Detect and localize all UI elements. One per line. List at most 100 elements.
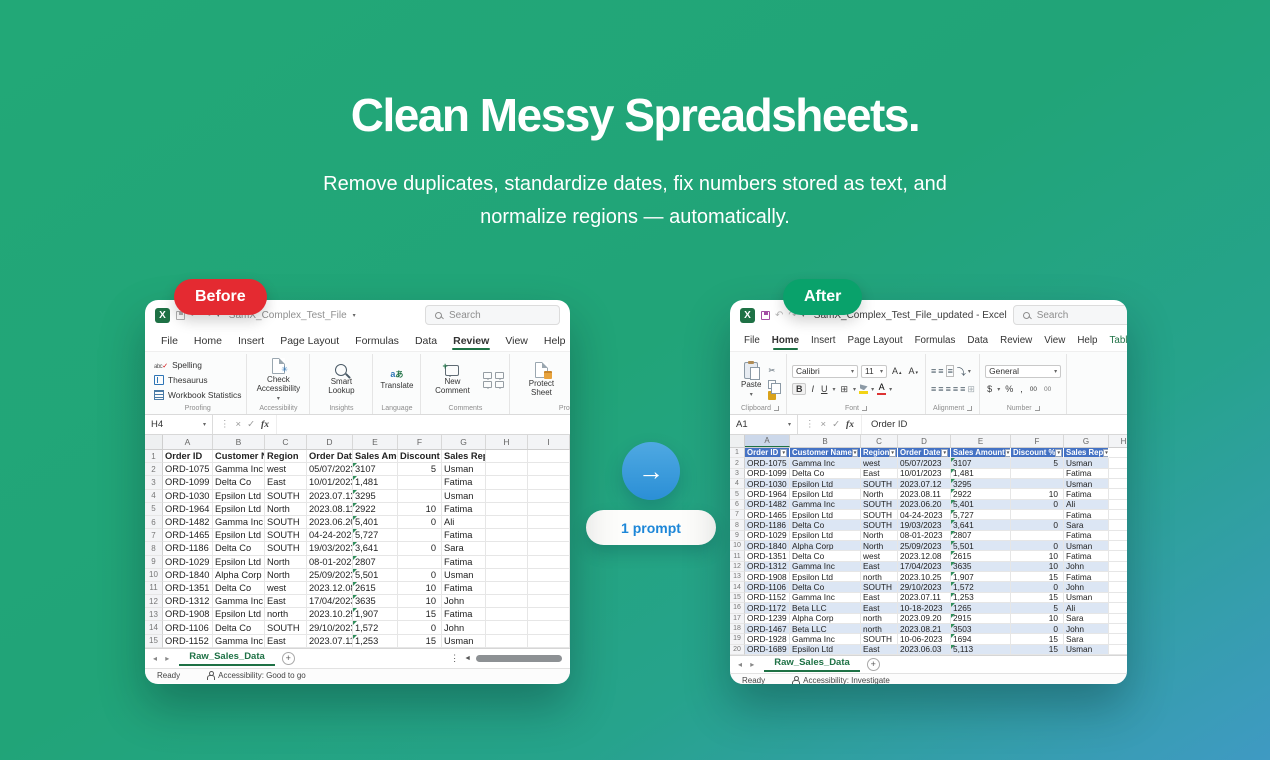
cell-empty[interactable] [528, 608, 570, 621]
next-comment-icon[interactable] [495, 372, 504, 379]
cell-empty[interactable] [486, 490, 528, 503]
column-header[interactable]: G [442, 435, 486, 449]
cell-sales-rep[interactable]: Sara [442, 542, 486, 555]
cell-sales-amount[interactable]: 5,113 [951, 645, 1011, 655]
cell-sales-rep[interactable]: Usman [442, 569, 486, 582]
cell-region[interactable]: East [861, 562, 898, 572]
cell-order-id[interactable]: ORD-1928 [745, 634, 790, 644]
cell-sales-amount[interactable]: 1,253 [353, 635, 398, 648]
cell-sales-amount[interactable]: 3635 [353, 595, 398, 608]
cell-order-id[interactable]: ORD-1099 [163, 476, 213, 489]
menu-tab[interactable]: Formulas [347, 330, 407, 351]
undo-icon[interactable]: ↶ [775, 310, 783, 321]
cell-empty[interactable] [1109, 541, 1127, 551]
cell-customer[interactable]: Gamma Inc [213, 463, 265, 476]
cell-region[interactable]: East [265, 635, 307, 648]
cell-order-date[interactable]: 2023.09.20 [898, 614, 951, 624]
cell-empty[interactable] [486, 463, 528, 476]
row-header[interactable] [730, 479, 745, 489]
column-header[interactable]: E [951, 435, 1011, 447]
cell-order-date[interactable]: 2023.08.11 [898, 489, 951, 499]
cell-order-id[interactable]: ORD-1106 [745, 582, 790, 592]
cell-region[interactable]: North [265, 503, 307, 516]
cell-rep-header[interactable]: Sales Rep [442, 450, 486, 463]
cell-discount[interactable]: 0 [1011, 520, 1064, 530]
cell-order-id[interactable]: ORD-1482 [745, 500, 790, 510]
notes-icon[interactable] [495, 381, 504, 388]
cell-sales-rep[interactable]: Usman [1064, 458, 1109, 468]
cell-discount[interactable]: 10 [398, 503, 442, 516]
cell-region[interactable]: East [861, 645, 898, 655]
column-header[interactable]: C [861, 435, 898, 447]
cell-sales-rep[interactable]: Fatima [1064, 572, 1109, 582]
menu-tab[interactable]: Insert [230, 330, 272, 351]
cell-region[interactable]: SOUTH [265, 516, 307, 529]
cell-empty[interactable] [528, 569, 570, 582]
row-header[interactable] [730, 489, 745, 499]
cell-discount[interactable]: 0 [398, 569, 442, 582]
cell-region[interactable]: SOUTH [861, 582, 898, 592]
cell-region[interactable]: East [265, 476, 307, 489]
cell-empty[interactable] [1109, 614, 1127, 624]
cell-empty[interactable] [486, 608, 528, 621]
cell-discount-header[interactable]: Discount % [1011, 448, 1064, 458]
cell-sales-amount[interactable]: 2807 [951, 531, 1011, 541]
cell-region-header[interactable]: Region [265, 450, 307, 463]
cell-sales-rep[interactable]: Fatima [442, 556, 486, 569]
cell-discount[interactable]: 0 [1011, 582, 1064, 592]
cell-discount[interactable]: 0 [1011, 500, 1064, 510]
enter-icon[interactable]: ✓ [247, 419, 255, 430]
cell-empty[interactable] [528, 556, 570, 569]
cell-sales-rep[interactable]: Fatima [442, 476, 486, 489]
cell-order-id[interactable]: ORD-1099 [745, 469, 790, 479]
cell-sales-amount[interactable]: 3,641 [951, 520, 1011, 530]
column-header[interactable]: E [353, 435, 398, 449]
cell-customer[interactable]: Epsilon Ltd [790, 645, 861, 655]
cell-customer-header[interactable]: Customer Name [213, 450, 265, 463]
workbook-statistics-button[interactable]: Workbook Statistics [154, 389, 241, 402]
cell-sales-amount[interactable]: 1,907 [353, 608, 398, 621]
cell-region[interactable]: SOUTH [861, 510, 898, 520]
select-all-corner[interactable] [145, 435, 163, 449]
cancel-icon[interactable]: × [236, 419, 242, 430]
cell-customer[interactable]: Epsilon Ltd [213, 490, 265, 503]
cell-region[interactable]: north [265, 608, 307, 621]
cell-empty[interactable] [528, 582, 570, 595]
cell-discount[interactable]: 10 [1011, 562, 1064, 572]
cell-empty[interactable] [1109, 593, 1127, 603]
cell-sales-rep[interactable]: John [1064, 582, 1109, 592]
menu-tab[interactable]: Home [186, 330, 230, 351]
cell-order-id[interactable]: ORD-1351 [745, 551, 790, 561]
cell-discount[interactable]: 5 [1011, 603, 1064, 613]
cell-order-date[interactable]: 2023.08.21 [898, 624, 951, 634]
cell-region[interactable]: SOUTH [861, 479, 898, 489]
align-right-icon[interactable]: ≡ [946, 384, 950, 394]
cell-sales-rep[interactable]: Fatima [442, 608, 486, 621]
menu-tab[interactable]: View [1038, 330, 1071, 351]
cell-region[interactable]: North [265, 569, 307, 582]
cell-discount[interactable]: 10 [1011, 614, 1064, 624]
cell-amount-header[interactable]: Sales Amount [353, 450, 398, 463]
cell-region[interactable]: west [265, 582, 307, 595]
cell-empty[interactable] [486, 569, 528, 582]
cell-order-date[interactable]: 10/01/2023 [898, 469, 951, 479]
cell-discount[interactable]: 0 [1011, 624, 1064, 634]
cell-empty[interactable] [1109, 531, 1127, 541]
cell-sales-amount[interactable]: 3503 [951, 624, 1011, 634]
cell-sales-amount[interactable]: 3635 [951, 562, 1011, 572]
cell-region[interactable]: SOUTH [265, 621, 307, 634]
cell-order-id[interactable]: ORD-1312 [745, 562, 790, 572]
cell-order-date[interactable]: 25/09/2023 [307, 569, 353, 582]
cell-sales-amount[interactable]: 2915 [951, 614, 1011, 624]
column-header[interactable]: C [265, 435, 307, 449]
cancel-icon[interactable]: × [821, 419, 827, 430]
cell-region[interactable]: SOUTH [265, 490, 307, 503]
cell-sales-rep[interactable]: John [442, 621, 486, 634]
cell-sales-rep[interactable]: Usman [1064, 645, 1109, 655]
cell-order-id[interactable]: ORD-1186 [163, 542, 213, 555]
cell-empty[interactable] [1109, 582, 1127, 592]
fill-color-button[interactable] [859, 384, 868, 394]
cell-sales-rep[interactable]: Usman [1064, 593, 1109, 603]
cell-discount[interactable] [1011, 531, 1064, 541]
menu-tab[interactable]: Page Layout [842, 330, 909, 351]
